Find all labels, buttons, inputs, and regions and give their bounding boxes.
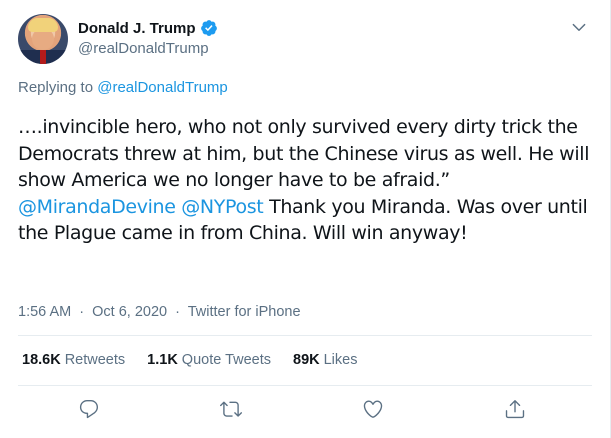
avatar[interactable] [18,14,68,64]
tweet-meta: 1:56 AM · Oct 6, 2020 · Twitter for iPho… [18,304,301,320]
tweet-date[interactable]: Oct 6, 2020 [92,304,167,320]
author-display-name[interactable]: Donald J. Trump [78,20,196,37]
retweets-count: 18.6K [22,352,61,368]
tweet-time[interactable]: 1:56 AM [18,304,71,320]
retweet-icon[interactable] [220,398,244,422]
mention-link[interactable]: @MirandaDevine [18,196,176,218]
replying-to-link[interactable]: @realDonaldTrump [97,79,228,96]
tweet-actions [0,398,611,424]
chevron-down-icon[interactable] [570,18,588,36]
replying-to-line: Replying to @realDonaldTrump [18,79,228,96]
divider [18,385,592,386]
author-handle[interactable]: @realDonaldTrump [78,40,209,57]
avatar-hair [28,18,58,32]
quote-tweets-label: Quote Tweets [181,352,271,368]
share-icon[interactable] [504,398,528,422]
mention-link[interactable]: @NYPost [181,196,263,218]
quote-tweets-stat[interactable]: 1.1K Quote Tweets [147,352,271,368]
likes-stat[interactable]: 89K Likes [293,352,357,368]
tweet-text-part: ….invincible hero, who not only survived… [18,116,590,191]
meta-separator: · [79,304,85,320]
tweet-source[interactable]: Twitter for iPhone [188,304,301,320]
replying-to-prefix: Replying to [18,79,98,96]
meta-separator: · [175,304,180,320]
tweet-card: Donald J. Trump @realDonaldTrump Replyin… [0,0,611,438]
divider [18,335,592,336]
retweets-stat[interactable]: 18.6K Retweets [22,352,125,368]
avatar-tie [40,50,46,64]
reply-icon[interactable] [78,398,102,422]
quote-tweets-count: 1.1K [147,352,178,368]
likes-count: 89K [293,352,320,368]
author-name-row[interactable]: Donald J. Trump [78,19,218,37]
likes-label: Likes [323,352,358,368]
tweet-text: ….invincible hero, who not only survived… [18,114,598,247]
heart-icon[interactable] [362,398,386,422]
retweets-label: Retweets [64,352,126,368]
tweet-stats: 18.6K Retweets 1.1K Quote Tweets 89K Likes [22,352,357,368]
verified-badge-icon [200,19,218,37]
